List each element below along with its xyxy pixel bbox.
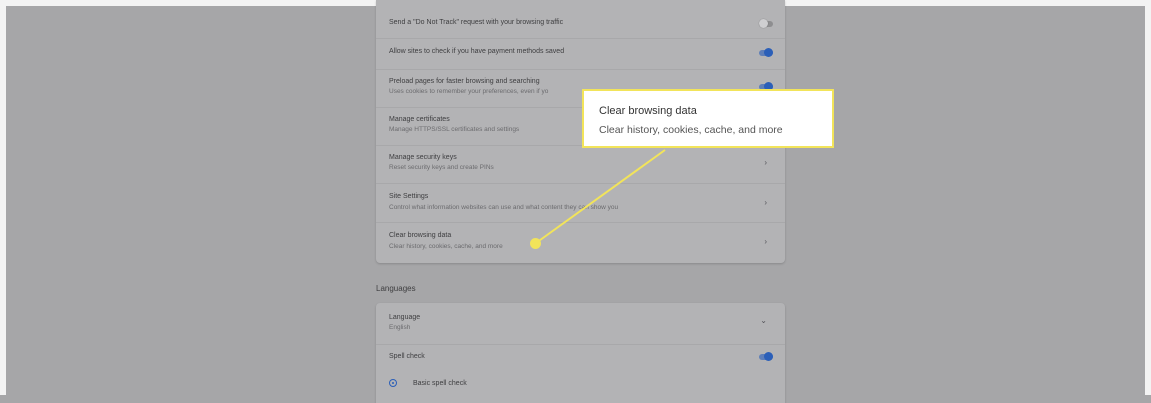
callout-title: Clear browsing data	[599, 105, 697, 117]
callout-leader-line	[535, 149, 666, 244]
callout-subtitle: Clear history, cookies, cache, and more	[599, 124, 783, 136]
callout-pointer-dot	[530, 238, 541, 249]
clear-browsing-data-callout: Clear browsing data Clear history, cooki…	[582, 89, 834, 148]
